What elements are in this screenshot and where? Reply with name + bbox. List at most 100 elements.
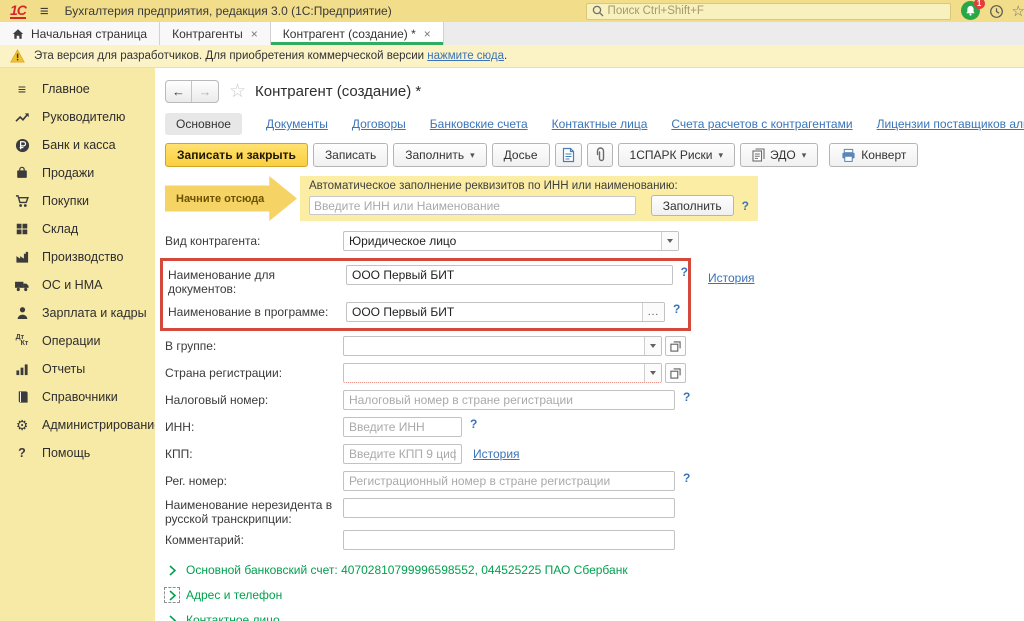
- history-icon[interactable]: [989, 4, 1004, 19]
- kpp-input[interactable]: [343, 444, 462, 464]
- favorite-star-icon[interactable]: ☆: [229, 80, 246, 103]
- chevron-down-icon[interactable]: [644, 364, 661, 382]
- tab-licenzii[interactable]: Лицензии поставщиков алкогольной продукц…: [877, 117, 1024, 131]
- tab-scheta-raschetov[interactable]: Счета расчетов с контрагентами: [671, 117, 852, 131]
- country-combo-input[interactable]: [343, 363, 662, 383]
- sidebar-item-proizvodstvo[interactable]: Производство: [0, 243, 155, 271]
- help-icon[interactable]: ?: [470, 417, 477, 431]
- button-label: Конверт: [861, 148, 906, 162]
- envelope-print-button[interactable]: Конверт: [829, 143, 918, 167]
- sidebar-item-os-nma[interactable]: ОС и НМА: [0, 271, 155, 299]
- dev-version-warning: Эта версия для разработчиков. Для приобр…: [0, 45, 1024, 68]
- open-list-button[interactable]: [665, 336, 686, 356]
- spark-risks-dropdown-button[interactable]: 1СПАРК Риски▾: [618, 143, 736, 167]
- dossier-button[interactable]: Досье: [492, 143, 550, 167]
- app-title: Бухгалтерия предприятия, редакция 3.0 (1…: [65, 4, 392, 18]
- sidebar-item-rukovoditelyu[interactable]: Руководителю: [0, 103, 155, 131]
- help-icon[interactable]: ?: [681, 265, 688, 279]
- history-link[interactable]: История: [708, 268, 755, 285]
- tab-kontragent-create[interactable]: Контрагент (создание) * ×: [271, 22, 444, 45]
- field-reg-number: Рег. номер: ?: [165, 471, 1024, 491]
- sidebar-label: Банк и касса: [42, 138, 116, 152]
- tab-osnovnoe[interactable]: Основное: [165, 113, 242, 135]
- notifications-button[interactable]: 1: [961, 1, 981, 21]
- sidebar-item-prodazhi[interactable]: Продажи: [0, 159, 155, 187]
- tab-home[interactable]: Начальная страница: [0, 22, 160, 45]
- open-list-button[interactable]: [665, 363, 686, 383]
- nonresident-name-input[interactable]: [343, 498, 675, 518]
- chevron-down-icon[interactable]: [661, 232, 678, 250]
- help-icon[interactable]: ?: [683, 471, 690, 485]
- section-label: Основной банковский счет: 40702810799996…: [186, 563, 628, 577]
- counterparty-file-button[interactable]: [555, 143, 582, 167]
- group-combo-input[interactable]: [343, 336, 662, 356]
- section-contact-person[interactable]: Контактное лицо: [165, 613, 1024, 621]
- tax-number-input[interactable]: [343, 390, 675, 410]
- help-icon[interactable]: ?: [683, 390, 690, 404]
- more-button[interactable]: ...: [642, 303, 664, 321]
- button-label: ЭДО: [770, 148, 796, 162]
- sidebar-label: Зарплата и кадры: [42, 306, 147, 320]
- global-search[interactable]: [586, 3, 951, 20]
- help-icon[interactable]: ?: [742, 199, 749, 213]
- help-icon: ?: [13, 446, 31, 460]
- close-tab-icon[interactable]: ×: [251, 27, 258, 41]
- buy-commercial-link[interactable]: нажмите сюда: [427, 50, 504, 62]
- form-toolbar: Записать и закрыть Записать Заполнить▾ Д…: [165, 143, 1024, 167]
- tab-label: Контрагент (создание) *: [283, 27, 416, 41]
- sidebar-item-pomosch[interactable]: ?Помощь: [0, 439, 155, 467]
- inn-or-name-input[interactable]: [309, 196, 636, 215]
- section-bank-account[interactable]: Основной банковский счет: 40702810799996…: [165, 563, 1024, 577]
- save-close-button[interactable]: Записать и закрыть: [165, 143, 308, 167]
- cart-icon: [13, 194, 31, 208]
- sidebar-item-pokupki[interactable]: Покупки: [0, 187, 155, 215]
- favorites-icon[interactable]: ☆: [1012, 2, 1024, 20]
- sidebar-item-otchety[interactable]: Отчеты: [0, 355, 155, 383]
- tab-bankovskie-scheta[interactable]: Банковские счета: [430, 117, 528, 131]
- sidebar-item-bank-kassa[interactable]: Банк и касса: [0, 131, 155, 159]
- section-address-phone[interactable]: Адрес и телефон: [165, 588, 1024, 602]
- chevron-down-icon: ▾: [470, 150, 475, 161]
- sidebar-item-spravochniki[interactable]: Справочники: [0, 383, 155, 411]
- section-panel: ≡Главное Руководителю Банк и касса Прода…: [0, 68, 155, 621]
- search-input[interactable]: [608, 5, 945, 17]
- edo-dropdown-button[interactable]: ЭДО▾: [740, 143, 818, 167]
- sidebar-item-operacii[interactable]: ДтКтОперации: [0, 327, 155, 355]
- inn-input[interactable]: [343, 417, 462, 437]
- autofill-block: Автоматическое заполнение реквизитов по …: [300, 176, 758, 221]
- tab-dogovory[interactable]: Договоры: [352, 117, 406, 131]
- sidebar-item-zarplata[interactable]: Зарплата и кадры: [0, 299, 155, 327]
- history-link[interactable]: История: [473, 444, 520, 461]
- fill-dropdown-button[interactable]: Заполнить▾: [393, 143, 486, 167]
- sidebar-item-glavnoe[interactable]: ≡Главное: [0, 75, 155, 103]
- tab-label: Контрагенты: [172, 27, 243, 41]
- reg-number-input[interactable]: [343, 471, 675, 491]
- sidebar-item-administrirovanie[interactable]: ⚙Администрирование: [0, 411, 155, 439]
- chevron-down-icon: ▾: [719, 150, 724, 161]
- name-in-program-input[interactable]: [346, 302, 665, 322]
- forward-button[interactable]: →: [192, 81, 218, 102]
- field-name-prog: Наименование в программе: ... ?: [168, 302, 688, 322]
- close-tab-icon[interactable]: ×: [424, 27, 431, 41]
- sidebar-label: Склад: [42, 222, 78, 236]
- attachments-button[interactable]: [587, 143, 613, 167]
- back-button[interactable]: ←: [166, 81, 192, 102]
- save-button[interactable]: Записать: [313, 143, 388, 167]
- tab-kontaktnye-lica[interactable]: Контактные лица: [552, 117, 648, 131]
- help-icon[interactable]: ?: [673, 302, 680, 316]
- field-label: ИНН:: [165, 417, 343, 434]
- autofill-fill-button[interactable]: Заполнить: [651, 195, 734, 216]
- name-for-documents-input[interactable]: [346, 265, 673, 285]
- kind-combo-input[interactable]: [343, 231, 679, 251]
- sidebar-item-sklad[interactable]: Склад: [0, 215, 155, 243]
- field-label: Налоговый номер:: [165, 390, 343, 407]
- main-menu-icon[interactable]: ≡: [40, 3, 49, 20]
- comment-input[interactable]: [343, 530, 675, 550]
- tab-dokumenty[interactable]: Документы: [266, 117, 328, 131]
- window-tab-strip: Начальная страница Контрагенты × Контраг…: [0, 22, 1024, 45]
- chevron-down-icon[interactable]: [644, 337, 661, 355]
- field-label: КПП:: [165, 444, 343, 461]
- section-label: Адрес и телефон: [186, 588, 282, 602]
- tab-kontragenty[interactable]: Контрагенты ×: [160, 22, 271, 45]
- autofill-area: Начните отсюда Автоматическое заполнение…: [165, 176, 1024, 221]
